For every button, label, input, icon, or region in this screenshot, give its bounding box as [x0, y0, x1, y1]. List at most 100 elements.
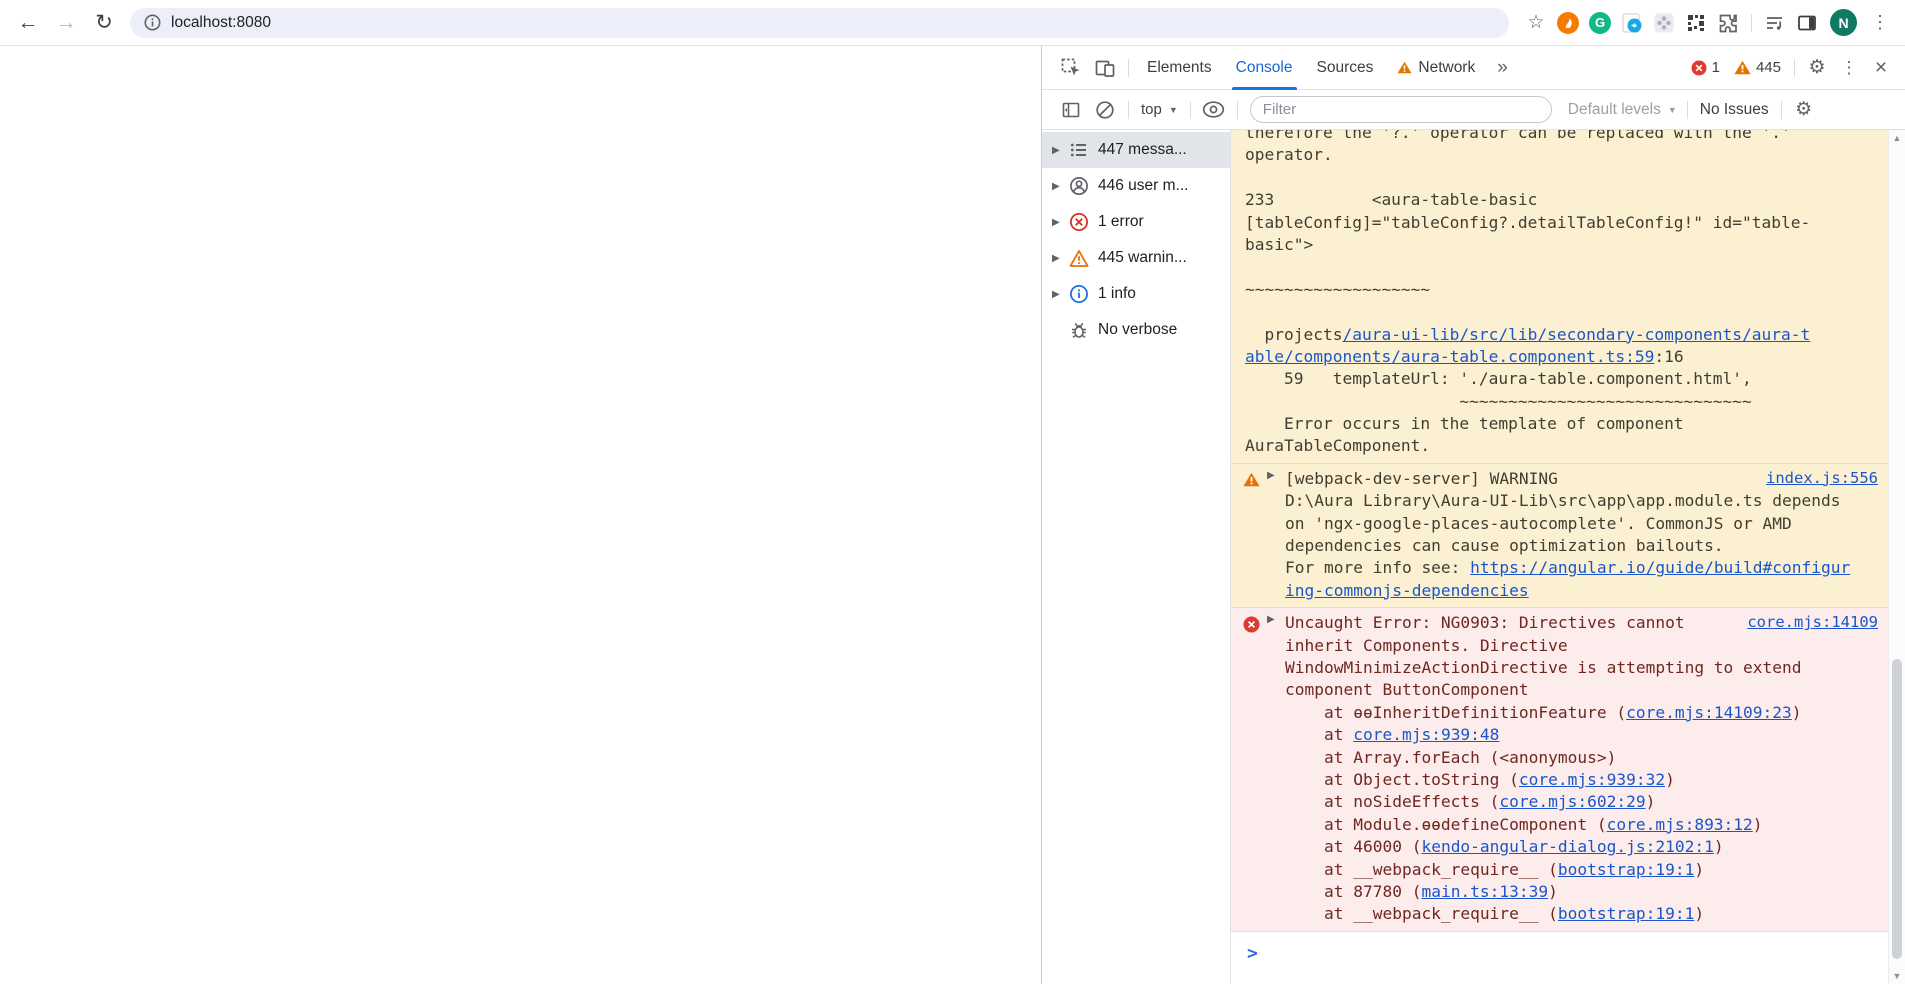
- console-link[interactable]: able/components/aura-table.component.ts:…: [1245, 347, 1654, 366]
- scroll-down-arrow[interactable]: ▼: [1889, 971, 1905, 981]
- console-link[interactable]: https://angular.io/guide/build#configur: [1470, 558, 1850, 577]
- sidebar-item-label: 1 info: [1098, 285, 1136, 303]
- sidebar-item-verbose[interactable]: No verbose: [1042, 312, 1230, 348]
- device-toolbar-icon[interactable]: [1088, 51, 1122, 85]
- warning-icon: [1397, 61, 1412, 74]
- scrollbar-thumb[interactable]: [1892, 659, 1902, 959]
- url-text: localhost:8080: [171, 14, 271, 32]
- console-link[interactable]: core.mjs:939:32: [1519, 770, 1665, 789]
- more-tabs-chevron[interactable]: »: [1487, 57, 1518, 79]
- console-text: ): [1792, 703, 1802, 722]
- console-sidebar-toggle-icon[interactable]: [1054, 93, 1088, 127]
- devtools-close-icon[interactable]: ×: [1865, 56, 1897, 80]
- console-text: ): [1665, 770, 1675, 789]
- sidebar-item-info[interactable]: ▶ 1 info: [1042, 276, 1230, 312]
- expand-triangle-icon[interactable]: ▶: [1267, 614, 1275, 625]
- expand-triangle-icon[interactable]: ▶: [1052, 253, 1069, 264]
- console-text: dependencies can cause optimization bail…: [1285, 536, 1724, 555]
- console-text: ): [1694, 904, 1704, 923]
- extension-grammarly-icon[interactable]: G: [1585, 8, 1615, 38]
- forward-button[interactable]: →: [48, 5, 84, 41]
- console-link[interactable]: bootstrap:19:1: [1558, 904, 1694, 923]
- bookmark-star-icon[interactable]: ☆: [1521, 8, 1551, 38]
- live-expression-eye-icon[interactable]: [1197, 93, 1231, 127]
- console-prompt-row[interactable]: >: [1231, 932, 1888, 964]
- console-text: ): [1548, 882, 1558, 901]
- expand-triangle-icon[interactable]: ▶: [1052, 289, 1069, 300]
- sidebar-item-messages[interactable]: ▶ 447 messa...: [1042, 132, 1230, 168]
- sidebar-item-label: 445 warnin...: [1098, 249, 1187, 267]
- tab-network[interactable]: Network: [1385, 46, 1487, 90]
- console-link[interactable]: ing-commonjs-dependencies: [1285, 581, 1529, 600]
- devtools-settings-icon[interactable]: ⚙: [1801, 56, 1833, 79]
- tab-label: Elements: [1147, 59, 1212, 77]
- console-text: at Module.ɵɵdefineComponent (: [1285, 815, 1607, 834]
- log-levels-dropdown[interactable]: Default levels ▼: [1564, 101, 1681, 119]
- tab-label: Network: [1418, 59, 1475, 77]
- user-icon: [1069, 176, 1098, 196]
- extension-gray-flower-icon[interactable]: [1649, 8, 1679, 38]
- tab-label: Sources: [1317, 59, 1374, 77]
- source-location-link[interactable]: index.js:556: [1766, 469, 1878, 487]
- console-text: at __webpack_require__ (: [1285, 860, 1558, 879]
- list-icon: [1069, 140, 1098, 160]
- console-toolbar: top ▼ Default levels ▼ No Issues ⚙: [1042, 90, 1905, 130]
- sidebar-item-user-messages[interactable]: ▶446 user m...: [1042, 168, 1230, 204]
- console-text: Uncaught Error: NG0903: Directives canno…: [1285, 613, 1685, 632]
- sidebar-item-label: 447 messa...: [1098, 141, 1187, 159]
- warning-count-badge[interactable]: 445: [1734, 59, 1781, 76]
- console-link[interactable]: core.mjs:602:29: [1499, 792, 1645, 811]
- console-settings-icon[interactable]: ⚙: [1788, 98, 1820, 121]
- back-button[interactable]: ←: [10, 5, 46, 41]
- clear-console-icon[interactable]: [1088, 93, 1122, 127]
- site-info-icon[interactable]: [144, 14, 161, 31]
- console-prompt[interactable]: >: [1247, 943, 1258, 964]
- inspect-element-icon[interactable]: [1054, 51, 1088, 85]
- sidebar-item-warnings[interactable]: ▶ 445 warnin...: [1042, 240, 1230, 276]
- message-text: [webpack-dev-server] WARNINGD:\Aura Libr…: [1245, 468, 1880, 602]
- scroll-up-arrow[interactable]: ▲: [1889, 133, 1905, 143]
- sidebar-item-label: No verbose: [1098, 321, 1177, 339]
- console-filter-input[interactable]: [1250, 96, 1552, 123]
- tab-elements[interactable]: Elements: [1135, 46, 1224, 90]
- error-count-badge[interactable]: 1: [1691, 59, 1720, 76]
- issues-counter[interactable]: No Issues: [1694, 101, 1775, 119]
- extension-grid-icon[interactable]: [1681, 8, 1711, 38]
- console-scrollbar[interactable]: ▲ ▼: [1888, 130, 1905, 984]
- expand-triangle-icon[interactable]: ▶: [1052, 181, 1069, 192]
- console-link[interactable]: main.ts:13:39: [1421, 882, 1548, 901]
- console-link[interactable]: /aura-ui-lib/src/lib/secondary-component…: [1342, 325, 1810, 344]
- side-panel-icon[interactable]: [1792, 8, 1822, 38]
- reading-list-icon[interactable]: [1760, 8, 1790, 38]
- console-text: operator.: [1245, 145, 1333, 164]
- page-content[interactable]: [0, 46, 1041, 984]
- console-link[interactable]: core.mjs:893:12: [1607, 815, 1753, 834]
- error-icon: [1691, 60, 1707, 76]
- profile-avatar[interactable]: N: [1830, 9, 1857, 36]
- tab-console[interactable]: Console: [1224, 46, 1305, 90]
- devtools-menu-icon[interactable]: ⋮: [1833, 58, 1865, 78]
- expand-triangle-icon[interactable]: ▶: [1267, 470, 1275, 481]
- console-link[interactable]: core.mjs:939:48: [1353, 725, 1499, 744]
- tab-sources[interactable]: Sources: [1305, 46, 1386, 90]
- console-text: For more info see:: [1285, 558, 1470, 577]
- console-link[interactable]: kendo-angular-dialog.js:2102:1: [1421, 837, 1713, 856]
- expand-triangle-icon[interactable]: ▶: [1052, 217, 1069, 228]
- javascript-context-selector[interactable]: top ▼: [1135, 101, 1184, 118]
- extensions-puzzle-icon[interactable]: [1713, 8, 1743, 38]
- url-bar[interactable]: localhost:8080: [130, 8, 1509, 38]
- console-text: AuraTableComponent.: [1245, 436, 1430, 455]
- console-text: inherit Components. Directive: [1285, 636, 1568, 655]
- sidebar-item-errors[interactable]: ▶1 error: [1042, 204, 1230, 240]
- expand-triangle-icon[interactable]: ▶: [1052, 145, 1069, 156]
- extension-orange-icon[interactable]: [1553, 8, 1583, 38]
- message-text: Uncaught Error: NG0903: Directives canno…: [1245, 612, 1880, 925]
- source-location-link[interactable]: core.mjs:14109: [1747, 613, 1878, 631]
- browser-menu-icon[interactable]: ⋮: [1865, 8, 1895, 38]
- console-messages: therefore the '?.' operator can be repla…: [1231, 130, 1888, 984]
- console-sidebar: ▶447 messa...▶446 user m...▶1 error▶445 …: [1042, 130, 1231, 984]
- reload-button[interactable]: ↻: [86, 5, 122, 41]
- console-link[interactable]: core.mjs:14109:23: [1626, 703, 1792, 722]
- console-link[interactable]: bootstrap:19:1: [1558, 860, 1694, 879]
- extension-blue-arrow-icon[interactable]: [1617, 8, 1647, 38]
